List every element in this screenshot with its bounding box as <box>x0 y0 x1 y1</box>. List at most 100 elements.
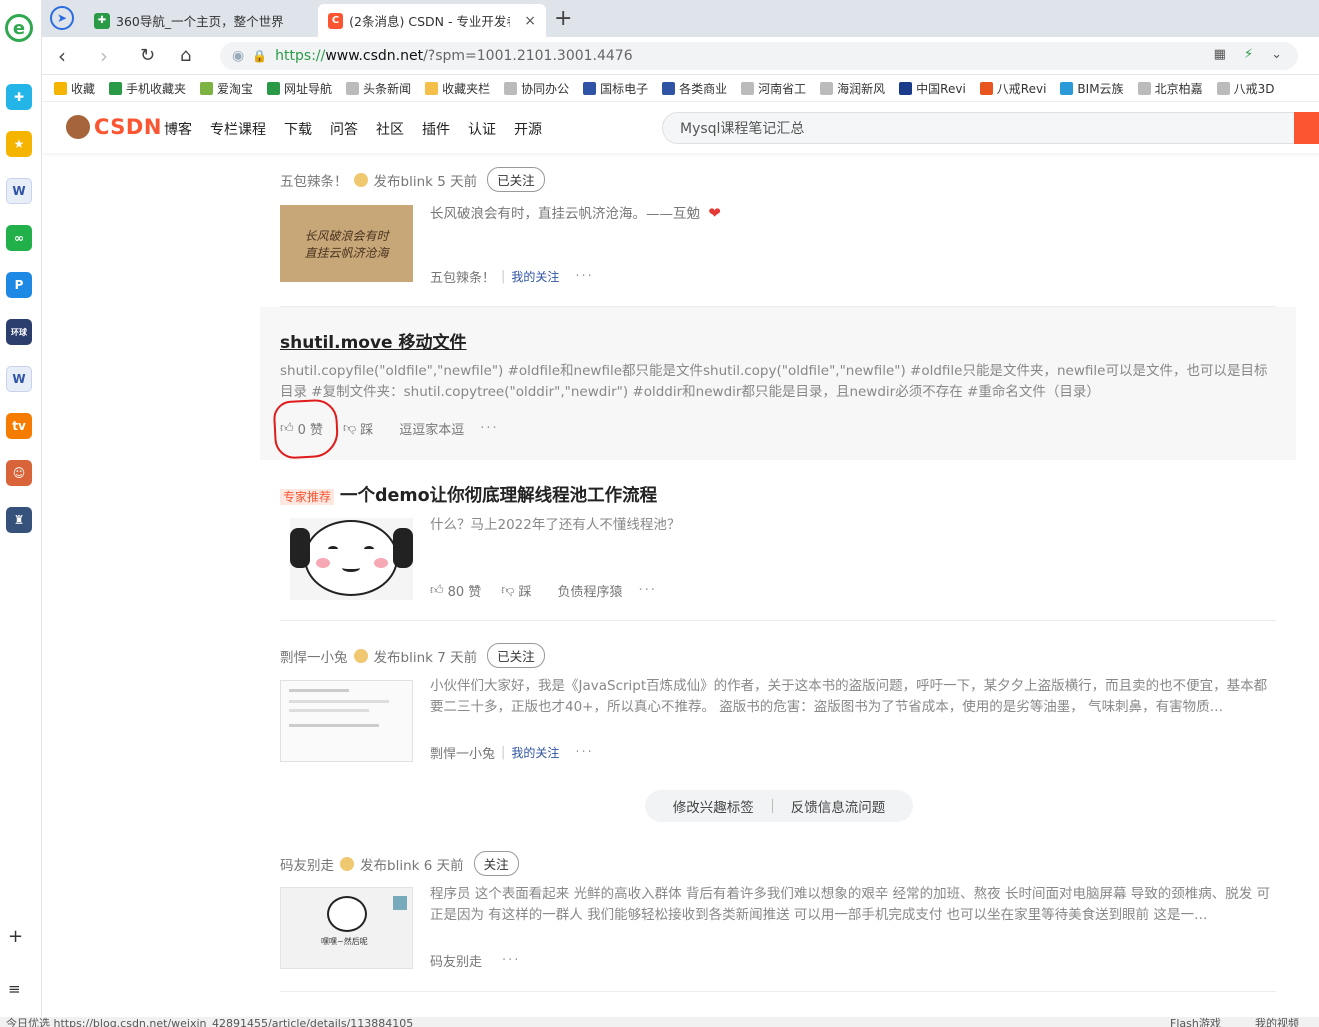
bookmark-label: 网址导航 <box>284 82 333 96</box>
author-name[interactable]: 码友别走 <box>430 951 482 970</box>
nav-qa[interactable]: 问答 <box>330 119 358 139</box>
follow-button[interactable]: 关注 <box>473 851 519 876</box>
blink-text-3[interactable]: 程序员 这个表面看起来 光鲜的高收入群体 背后有着许多我们难以想象的艰辛 经常的… <box>430 884 1274 926</box>
my-follow-link[interactable]: 我的关注 <box>511 268 559 285</box>
bookmark-item[interactable]: 海润新风 <box>820 80 885 97</box>
bookmark-item[interactable]: 国标电子 <box>583 80 648 97</box>
bookmark-item[interactable]: 中国Revi <box>899 80 966 97</box>
article-author[interactable]: 逗逗家本逗 <box>399 419 464 438</box>
follow-button[interactable]: 已关注 <box>487 643 545 668</box>
search-input[interactable]: Mysql课程笔记汇总 <box>662 112 1302 144</box>
game-icon[interactable]: ☺ <box>6 460 32 486</box>
calligraphy-thumbnail[interactable]: 长风破浪会有时 直挂云帆济沧海 <box>280 205 413 282</box>
nav-courses[interactable]: 专栏课程 <box>210 119 266 139</box>
parking-icon[interactable]: P <box>6 272 32 298</box>
bookmark-item[interactable]: BIM云族 <box>1060 80 1124 97</box>
game-2-icon[interactable]: ♜ <box>6 507 32 533</box>
tab-csdn[interactable]: C (2条消息) CSDN - 专业开发者社 × <box>318 4 546 37</box>
my-videos-link[interactable]: 我的视频 <box>1255 1017 1299 1027</box>
article-summary[interactable]: shutil.copyfile("oldfile","newfile") #ol… <box>280 361 1274 403</box>
bookmark-label: 中国Revi <box>916 82 966 96</box>
search-button[interactable] <box>1294 112 1319 144</box>
url-input[interactable]: ◉ 🔒 https://www.csdn.net/?spm=1001.2101.… <box>220 42 1298 70</box>
author-name[interactable]: 剽悍一小兔 <box>280 646 348 666</box>
add-icon[interactable]: + <box>8 926 23 947</box>
more-icon[interactable]: ··· <box>575 269 593 284</box>
article-summary-2[interactable]: 什么？马上2022年了还有人不懂线程池？ <box>430 515 680 536</box>
author-name[interactable]: 五包辣条！ <box>430 267 495 286</box>
feedback-button[interactable]: 反馈信息流问题 <box>791 796 886 816</box>
nav-certification[interactable]: 认证 <box>468 119 496 139</box>
dislike-button[interactable]: 👎︎ 踩 <box>501 581 531 600</box>
bookmark-item[interactable]: 协同办公 <box>504 80 569 97</box>
close-icon[interactable]: × <box>524 13 536 29</box>
author-name[interactable]: 五包辣条！ <box>280 170 348 190</box>
bookmark-item[interactable]: 各类商业 <box>662 80 727 97</box>
bookmark-item[interactable]: 河南省工 <box>741 80 806 97</box>
nav-download[interactable]: 下载 <box>284 119 312 139</box>
nav-plugins[interactable]: 插件 <box>422 119 450 139</box>
tab-360[interactable]: ✚ 360导航_一个主页，整个世界 <box>84 4 314 37</box>
article-actions-2: 👍︎ 80 赞 👎︎ 踩 负债程序猿 ··· <box>430 581 657 600</box>
article-title[interactable]: shutil.move 移动文件 <box>280 328 467 353</box>
word-doc-2-icon[interactable]: W <box>6 366 32 392</box>
bookmark-item[interactable]: 手机收藏夹 <box>109 80 186 97</box>
bookmark-label: 手机收藏夹 <box>126 82 187 96</box>
refresh-icon[interactable]: ↻ <box>140 45 155 66</box>
more-icon[interactable]: ··· <box>639 583 657 598</box>
verified-badge-icon <box>353 648 368 663</box>
qr-code-icon[interactable]: ▦ <box>1214 47 1226 62</box>
back-icon[interactable]: ‹ <box>58 44 66 68</box>
nav-opensource[interactable]: 开源 <box>514 119 542 139</box>
ie-logo-icon[interactable]: e <box>5 14 33 42</box>
blink-text[interactable]: 长风破浪会有时，直挂云帆济沧海。——互勉 ❤ <box>430 203 721 225</box>
nav-community[interactable]: 社区 <box>376 119 404 139</box>
bookmark-item[interactable]: 八戒3D <box>1216 80 1274 97</box>
article-title-2[interactable]: 专家推荐 一个demo让你彻底理解线程池工作流程 <box>280 482 657 507</box>
author-name[interactable]: 剽悍一小兔 <box>430 743 495 762</box>
blink-text-2[interactable]: 小伙伴们大家好，我是《JavaScript百炼成仙》的作者，关于这本书的盗版问题… <box>430 676 1274 718</box>
new-tab-button[interactable]: + <box>554 6 572 31</box>
bookmark-item[interactable]: 收藏 <box>54 80 95 97</box>
menu-list-icon[interactable]: ≡ <box>8 980 21 998</box>
bookmark-item[interactable]: 北京柏嘉 <box>1137 80 1203 97</box>
bookmark-icon <box>662 82 676 95</box>
panda-meme-thumbnail[interactable] <box>290 518 413 600</box>
site-info-icon[interactable]: ◉ <box>232 48 244 64</box>
meme-thumbnail[interactable]: 嘿嘿~然后呢 <box>280 887 413 969</box>
forward-icon[interactable]: › <box>100 44 108 68</box>
news-icon[interactable]: 环球 <box>6 319 32 345</box>
bookmark-icon <box>54 82 67 95</box>
cloud-icon[interactable]: ∞ <box>6 225 32 251</box>
follow-button[interactable]: 已关注 <box>487 167 545 192</box>
article-author[interactable]: 负债程序猿 <box>558 581 623 600</box>
csdn-logo[interactable]: CSDN <box>66 115 162 139</box>
star-icon[interactable]: ★ <box>6 131 32 157</box>
home-icon[interactable]: ⌂ <box>180 45 191 66</box>
thumbs-down-icon: 👎︎ <box>343 421 357 436</box>
bookmark-item[interactable]: 八戒Revi <box>979 80 1046 97</box>
more-icon[interactable]: ··· <box>502 953 520 968</box>
dislike-button[interactable]: 👎︎ 踩 <box>343 419 373 438</box>
bookmark-icon <box>899 82 913 95</box>
edit-interest-tags-button[interactable]: 修改兴趣标签 <box>673 796 754 816</box>
author-name[interactable]: 码友别走 <box>280 854 334 874</box>
screenshot-thumbnail[interactable] <box>280 680 413 762</box>
like-button[interactable]: 👍︎ 80 赞 <box>430 581 481 600</box>
more-icon[interactable]: ··· <box>480 421 498 436</box>
nav-blog[interactable]: 博客 <box>164 119 192 139</box>
video-icon[interactable]: tv <box>6 413 32 439</box>
bookmark-item[interactable]: 爱淘宝 <box>200 80 253 97</box>
bookmark-item[interactable]: 收藏夹栏 <box>425 80 490 97</box>
bookmark-item[interactable]: 网址导航 <box>267 80 332 97</box>
bookmark-icon <box>109 82 123 95</box>
chevron-down-icon[interactable]: ⌄ <box>1271 47 1282 62</box>
navigation-icon[interactable]: ➤ <box>50 6 74 30</box>
word-doc-icon[interactable]: W <box>6 178 32 204</box>
lightning-icon[interactable]: ⚡ <box>1244 47 1253 62</box>
plus-app-icon[interactable]: ✚ <box>6 84 32 110</box>
flash-games-link[interactable]: Flash游戏 <box>1170 1017 1221 1027</box>
bookmark-item[interactable]: 头条新闻 <box>346 80 411 97</box>
my-follow-link[interactable]: 我的关注 <box>511 744 559 761</box>
more-icon[interactable]: ··· <box>575 745 593 760</box>
